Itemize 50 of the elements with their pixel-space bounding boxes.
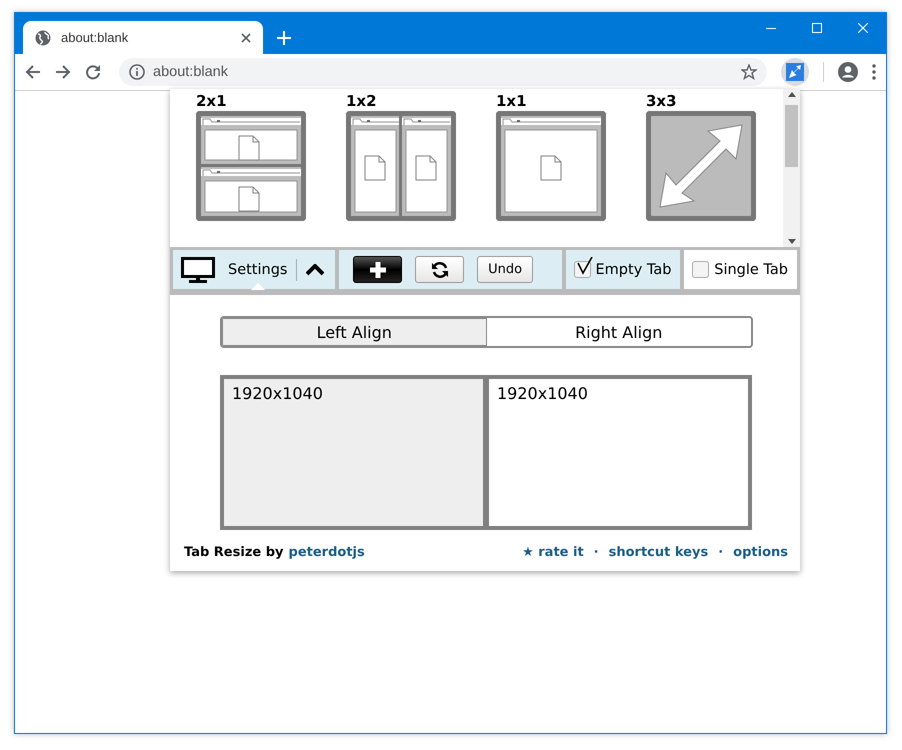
author-link[interactable]: peterdotjs (288, 545, 365, 560)
footer-link[interactable]: shortcut keys (608, 545, 708, 560)
reload-icon[interactable] (85, 64, 101, 80)
layout-label: 1x1 (496, 93, 528, 109)
settings-label[interactable]: Settings (228, 262, 288, 278)
add-button[interactable] (353, 256, 402, 283)
tab-title: about:blank (61, 30, 130, 45)
align-tab[interactable]: Left Align (222, 318, 486, 346)
display-box[interactable]: 1920x1040 (220, 375, 487, 530)
layout-label: 3x3 (646, 93, 678, 109)
new-tab-icon[interactable] (277, 31, 291, 45)
layout-icon[interactable] (346, 111, 456, 221)
separator: · (594, 545, 599, 560)
layout-icon[interactable] (646, 111, 756, 221)
credit-text: Tab Resize by (184, 545, 284, 560)
globe-icon (35, 30, 51, 46)
scroll-down-icon[interactable] (788, 239, 796, 244)
refresh-button[interactable] (415, 256, 464, 283)
close-icon[interactable] (241, 32, 251, 42)
scroll-up-icon[interactable] (788, 92, 796, 97)
plus-icon (368, 260, 387, 278)
star-icon[interactable] (741, 64, 757, 80)
checkmark-icon (576, 257, 593, 275)
layout-icon[interactable] (196, 111, 306, 221)
resize-arrow-icon (786, 63, 804, 81)
layout-icon[interactable] (496, 111, 606, 221)
option-label: Single Tab (714, 262, 788, 278)
address-bar[interactable]: about:blank (119, 58, 767, 86)
scroll-bar[interactable] (783, 89, 800, 247)
display-box[interactable]: 1920x1040 (487, 375, 752, 530)
info-icon[interactable] (129, 64, 145, 80)
browser-tab[interactable]: about:blank (23, 21, 263, 54)
option-label: Empty Tab (596, 262, 672, 278)
forward-icon[interactable] (55, 65, 71, 79)
separator: · (718, 545, 724, 560)
monitor-icon[interactable] (181, 256, 215, 282)
address-text: about:blank (153, 64, 229, 80)
layout-label: 2x1 (196, 93, 228, 109)
layout-label: 1x2 (346, 93, 378, 109)
maximize-icon[interactable] (812, 22, 822, 32)
menu-icon[interactable] (872, 64, 876, 80)
footer-link[interactable]: ★ rate it (522, 545, 584, 560)
refresh-icon (430, 260, 449, 278)
account-icon[interactable] (838, 62, 858, 82)
back-icon[interactable] (25, 65, 41, 79)
undo-button[interactable]: Undo (477, 256, 534, 283)
chevron-up-icon[interactable] (306, 264, 324, 276)
checkbox[interactable] (692, 261, 710, 278)
footer-link[interactable]: options (733, 545, 788, 560)
extension-button[interactable] (781, 58, 809, 86)
